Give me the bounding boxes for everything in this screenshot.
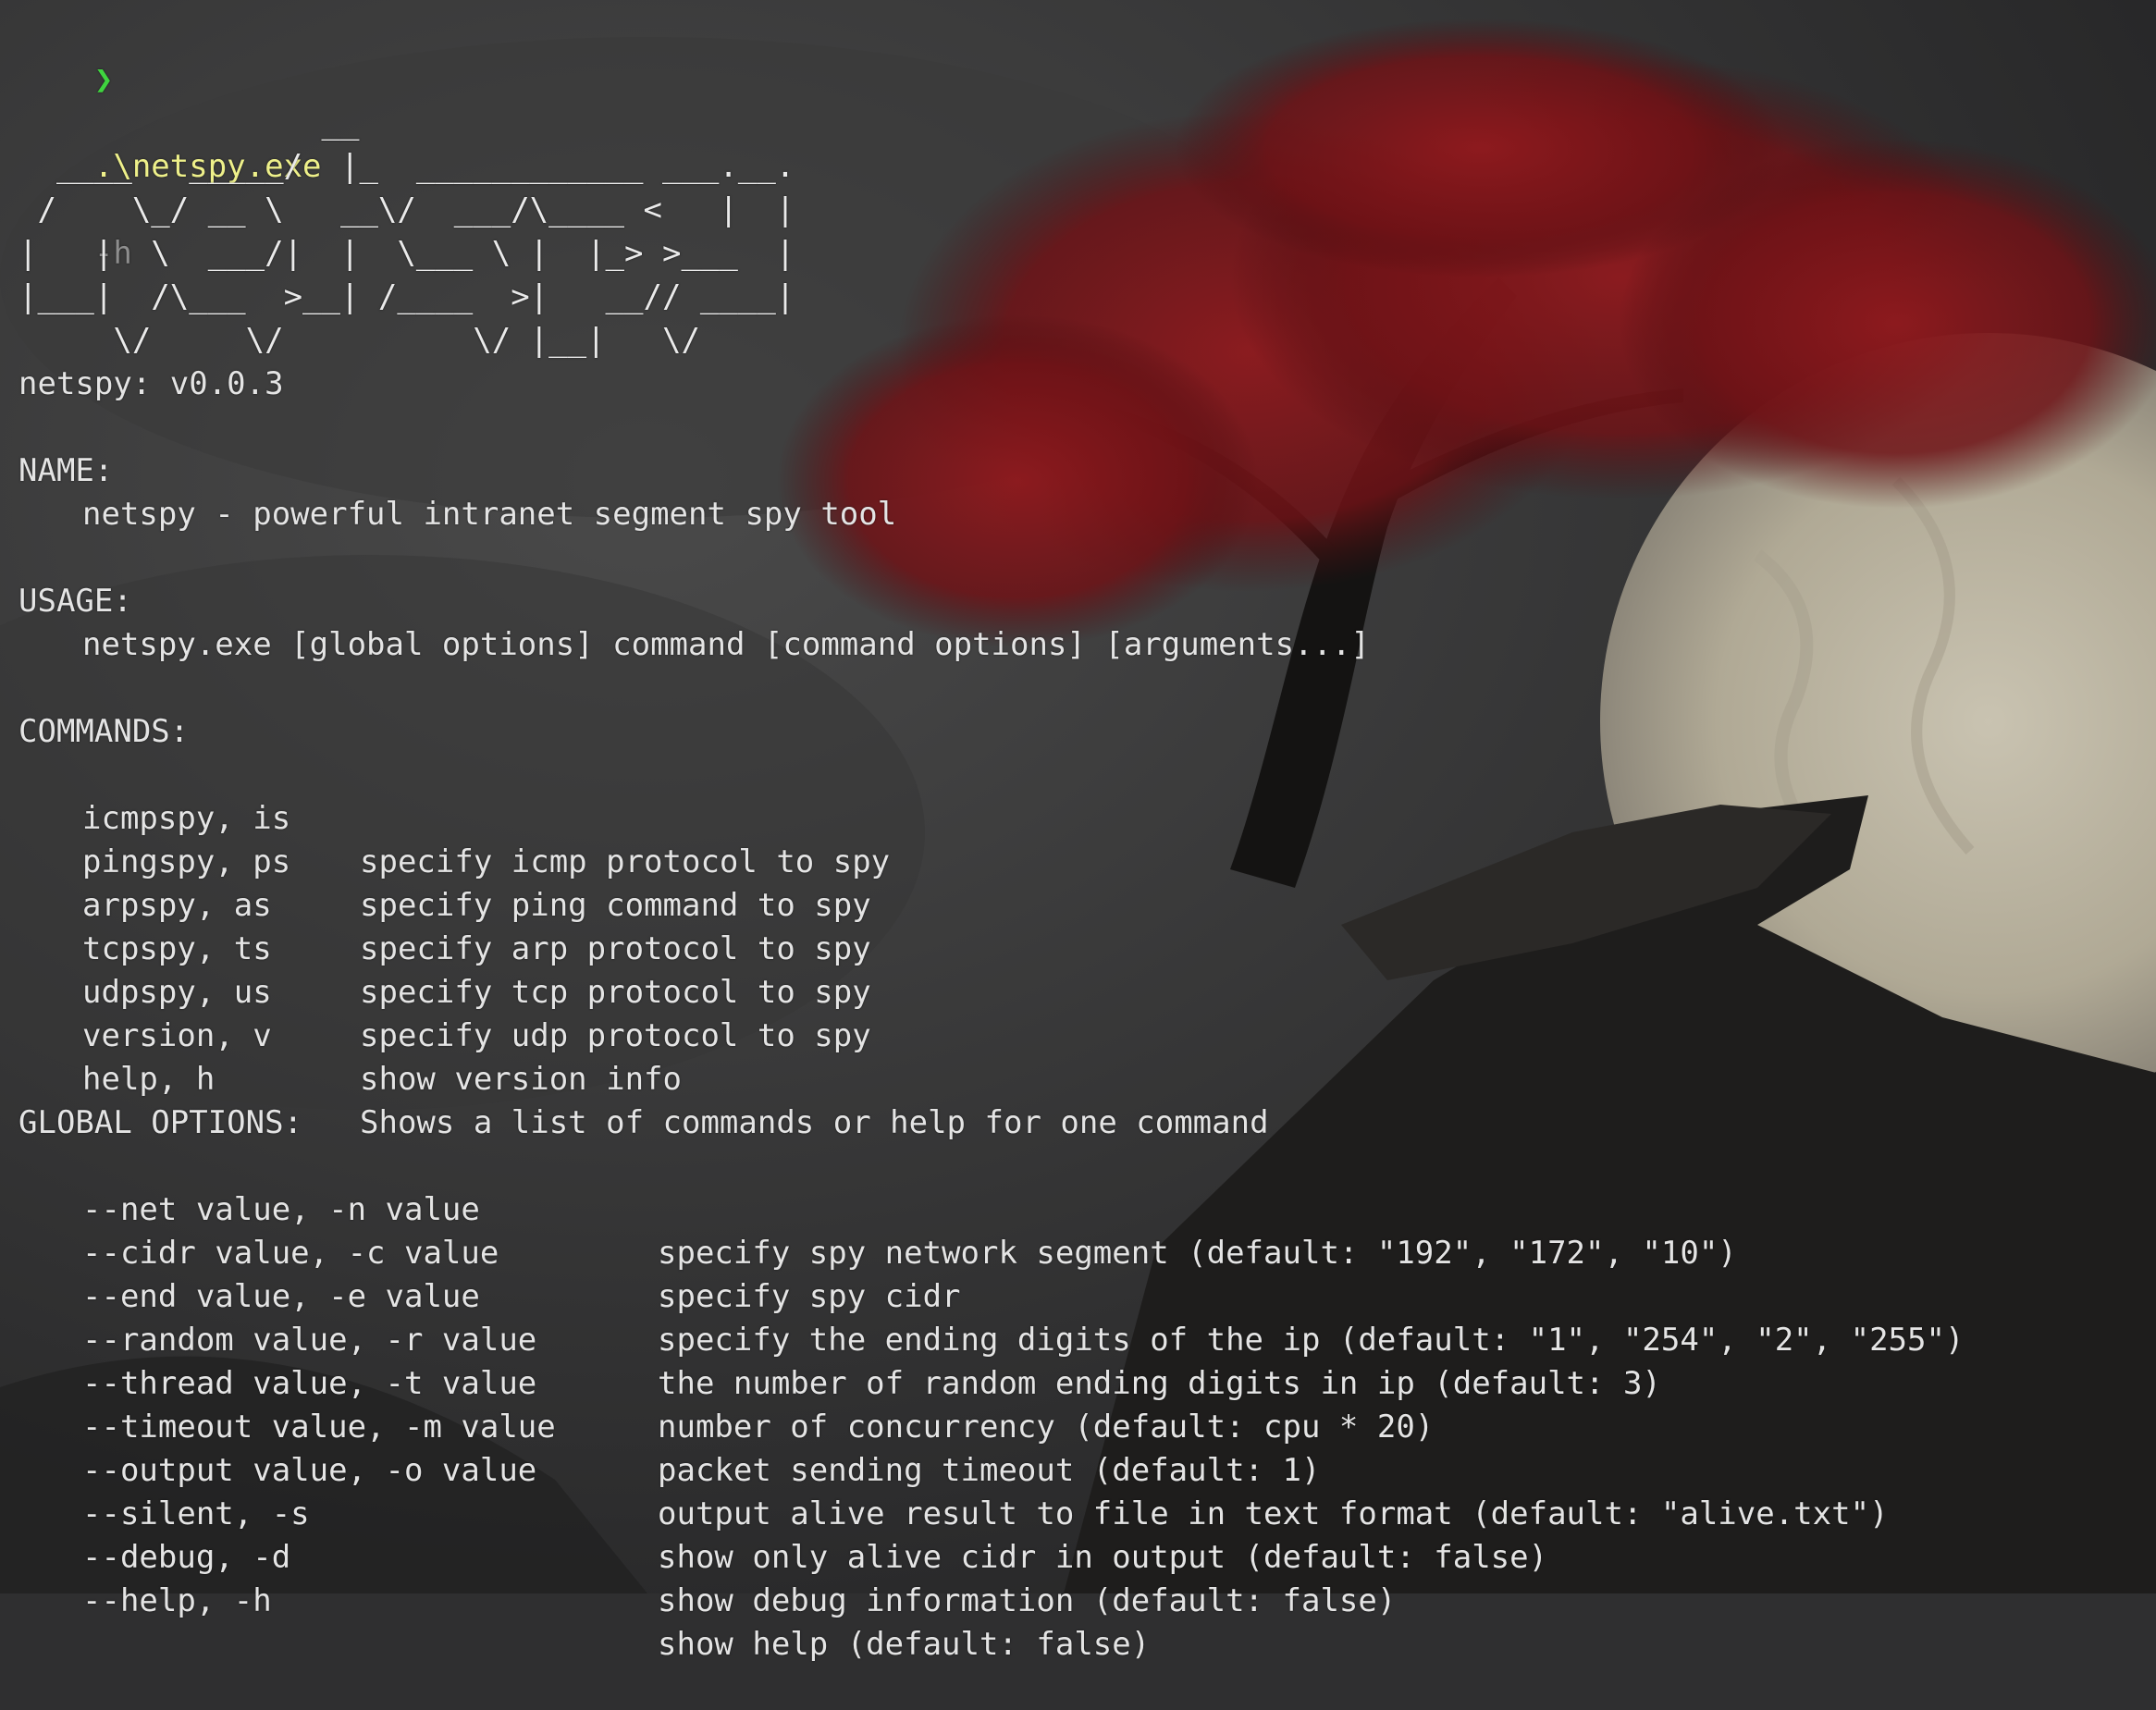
usage-text: netspy.exe [global options] command [com… [82,626,1370,663]
option-row: --output value, -o value output alive re… [18,1406,1889,1532]
command-row: tcpspy, ts specify tcp protocol to spy [18,884,871,1011]
command-description: specify arp protocol to spy [360,930,871,967]
command-description: specify udp protocol to spy [360,1017,871,1054]
option-row: --thread value, -t value number of concu… [18,1319,1434,1446]
option-row: --timeout value, -m value packet sending… [18,1362,1320,1489]
command-description: specify tcp protocol to spy [360,974,871,1011]
command-row: version, v show version info [18,971,682,1098]
option-flag: --silent, -s [82,1495,310,1532]
command-name: udpspy, us [82,974,272,1011]
option-flag: --random value, -r value [82,1322,537,1359]
terminal-window: ❯ .\netspy.exe -h __ ____ _____/ |_ ____… [0,0,2156,1663]
command-description: specify ping command to spy [360,887,871,924]
ascii-banner-line: | | \ ___/| | \___ \ | |_> >___ | [18,235,795,272]
name-heading: NAME: [18,452,114,489]
command-row: udpspy, us specify udp protocol to spy [18,928,871,1054]
option-row: --debug, -d show debug information (defa… [18,1493,1396,1619]
version-line: netspy: v0.0.3 [18,365,284,402]
ascii-banner-line: ____ _____/ |_ ____________ ___.__. [18,148,795,185]
command-name: arpspy, as [82,887,272,924]
option-description: show only alive cidr in output (default:… [658,1539,1548,1576]
option-description: output alive result to file in text form… [658,1495,1889,1532]
ascii-banner-line: |___| /\___ >__| /____ >| __// ____| [18,278,795,315]
commands-heading: COMMANDS: [18,713,190,750]
command-row: icmpspy, is specify icmp protocol to spy [18,754,890,880]
command-description: Shows a list of commands or help for one… [360,1104,1269,1141]
option-row: --cidr value, -c value specify spy cidr [18,1188,961,1315]
command-name: help, h [82,1061,216,1098]
command-row: help, h Shows a list of commands or help… [18,1015,1269,1141]
name-text: netspy - powerful intranet segment spy t… [82,496,897,533]
command-description: specify icmp protocol to spy [360,843,891,880]
command-row: pingspy, ps specify ping command to spy [18,797,871,924]
command-name: tcpspy, ts [82,930,272,967]
option-flag: --end value, -e value [82,1278,480,1315]
command-row: arpspy, as specify arp protocol to spy [18,841,871,967]
usage-heading: USAGE: [18,583,132,620]
option-row: --random value, -r value the number of r… [18,1275,1661,1402]
ascii-banner-line: __ [18,105,360,141]
command-name: pingspy, ps [82,843,291,880]
option-flag: --cidr value, -c value [82,1235,499,1272]
option-flag: --net value, -n value [82,1191,480,1228]
option-flag: --timeout value, -m value [82,1409,556,1446]
option-description: show help (default: false) [658,1626,1151,1663]
option-description: number of concurrency (default: cpu * 20… [658,1409,1435,1446]
command-description: show version info [360,1061,682,1098]
option-description: specify spy network segment (default: "1… [658,1235,1737,1272]
prompt-line: ❯ .\netspy.exe -h [18,15,322,272]
option-description: specify spy cidr [658,1278,961,1315]
option-description: packet sending timeout (default: 1) [658,1452,1321,1489]
ascii-banner-line: \/ \/ \/ |__| \/ [18,322,700,359]
prompt-arrow-icon: ❯ [93,61,114,98]
ascii-banner-line: / \_/ __ \ __\/ ___/\____ < | | [18,191,795,228]
option-row: --net value, -n value specify spy networ… [18,1145,1737,1272]
option-flag: --thread value, -t value [82,1365,537,1402]
option-row: --silent, -s show only alive cidr in out… [18,1449,1547,1576]
option-description: the number of random ending digits in ip… [658,1365,1661,1402]
option-flag: --output value, -o value [82,1452,537,1489]
option-row: --end value, -e value specify the ending… [18,1232,1964,1359]
global-options-heading: GLOBAL OPTIONS: [18,1104,303,1141]
option-description: specify the ending digits of the ip (def… [658,1322,1965,1359]
command-name: version, v [82,1017,272,1054]
option-flag: --help, -h [82,1582,272,1619]
option-flag: --debug, -d [82,1539,291,1576]
option-description: show debug information (default: false) [658,1582,1397,1619]
command-name: icmpspy, is [82,800,291,837]
option-row: --help, -h show help (default: false) [18,1536,1150,1663]
